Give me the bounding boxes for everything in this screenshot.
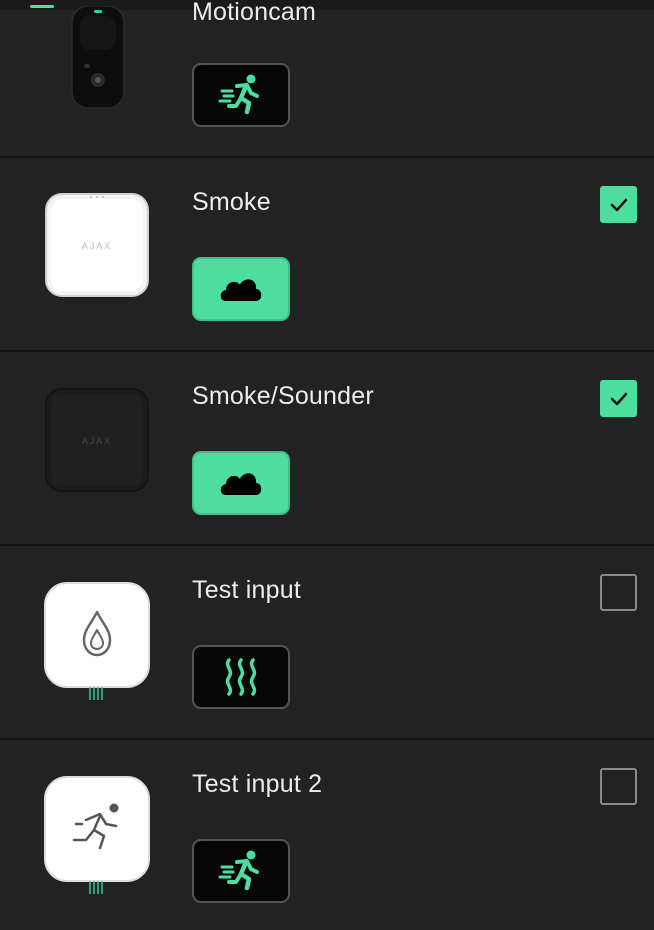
- smoke-sounder-image: AJAX: [45, 388, 149, 492]
- event-type-chip[interactable]: [192, 63, 290, 127]
- device-checkbox[interactable]: [600, 574, 637, 611]
- motioncam-device-image: [71, 6, 125, 109]
- device-name: Smoke: [192, 188, 271, 216]
- device-checkbox[interactable]: [600, 768, 637, 805]
- device-list: Motioncam AJAX Smoke AJAX Smoke/Sounder …: [0, 0, 654, 930]
- smoke-cloud-icon: [220, 473, 262, 495]
- running-person-icon: [218, 850, 259, 891]
- device-name: Smoke/Sounder: [192, 382, 374, 410]
- event-type-chip[interactable]: [192, 451, 290, 515]
- device-name: Motioncam: [192, 0, 317, 26]
- device-logo-text: AJAX: [82, 436, 113, 446]
- device-checkbox[interactable]: [600, 186, 637, 223]
- event-type-chip[interactable]: [192, 257, 290, 321]
- device-row-smoke[interactable]: AJAX Smoke: [0, 158, 654, 352]
- checkmark-icon: [610, 198, 627, 211]
- checkmark-icon: [610, 392, 627, 405]
- device-row-test-input[interactable]: Test input: [0, 546, 654, 740]
- device-name: Test input: [192, 576, 302, 604]
- smoke-cloud-icon: [220, 279, 262, 301]
- device-row-smoke-sounder[interactable]: AJAX Smoke/Sounder: [0, 352, 654, 546]
- device-name: Test input 2: [192, 770, 323, 798]
- event-type-chip[interactable]: [192, 839, 290, 903]
- device-logo-text: AJAX: [82, 241, 113, 251]
- transmitter-motion-image: [44, 776, 150, 894]
- heat-waves-icon: [225, 658, 257, 696]
- transmitter-fire-image: [44, 582, 150, 700]
- smoke-detector-image: AJAX: [45, 193, 149, 297]
- event-type-chip[interactable]: [192, 645, 290, 709]
- device-row-motioncam[interactable]: Motioncam: [0, 0, 654, 158]
- device-row-test-input-2[interactable]: Test input 2: [0, 740, 654, 930]
- running-person-icon: [218, 74, 259, 115]
- device-checkbox[interactable]: [600, 380, 637, 417]
